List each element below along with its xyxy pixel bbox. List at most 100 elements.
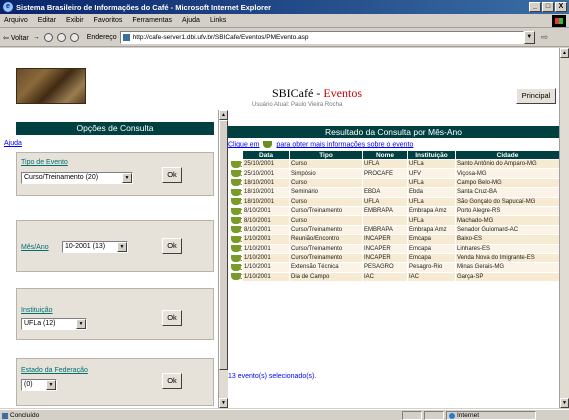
ok-button[interactable]: Ok [162,310,182,326]
coffee-cup-icon[interactable] [231,273,242,281]
coffee-cup-icon[interactable] [231,179,242,187]
scroll-thumb[interactable] [219,120,228,370]
address-dropdown-icon[interactable]: ▼ [523,31,535,44]
details-cell[interactable] [228,196,243,207]
status-text: Concluído [0,412,400,419]
table-row: 8/10/2001 Curso/Treinamento EMBRAPA Embrapa… [228,205,560,217]
principal-button[interactable]: Principal [516,88,556,104]
date-cell: 18/10/2001 [242,196,290,207]
right-frame-scrollbar[interactable]: ▲ ▼ [559,48,569,408]
column-header[interactable]: Data [242,150,290,160]
refresh-icon[interactable] [56,33,66,42]
menu-editar[interactable]: Editar [38,17,56,24]
details-cell[interactable] [228,205,243,217]
window-title: Sistema Brasileiro de Informações do Caf… [16,2,272,12]
city-cell: Baixo-ES [455,234,560,245]
column-header[interactable]: Nome [362,150,408,160]
chevron-down-icon: ▼ [46,380,56,390]
details-cell[interactable] [228,158,243,170]
coffee-cup-icon[interactable] [231,160,242,168]
ok-button[interactable]: Ok [162,373,182,389]
column-header[interactable]: Tipo [289,150,363,160]
menu-arquivo[interactable]: Arquivo [4,17,28,24]
coffee-cup-icon[interactable] [231,217,242,224]
address-toolbar: ⇦ Voltar → Endereço http://cafe-server1.… [0,29,569,47]
menu-ajuda[interactable]: Ajuda [182,17,200,24]
coffee-cup-icon[interactable] [231,263,242,271]
name-cell: UFLA [362,196,408,207]
name-cell: IAC [362,271,408,283]
details-cell[interactable] [228,243,243,254]
filter-institution: Instituição UFLa (12) ▼ Ok [16,288,214,340]
maximize-button[interactable]: □ [542,2,554,12]
window-title-bar: e Sistema Brasileiro de Informações do C… [0,0,569,14]
menu-ferramentas[interactable]: Ferramentas [132,17,172,24]
details-cell[interactable] [228,187,243,198]
details-cell[interactable] [228,168,243,179]
details-cell[interactable] [228,271,243,283]
table-row: 1/10/2001 Reunião/Encontro INCAPER Emcapa Ba… [228,234,560,245]
minimize-button[interactable]: _ [529,2,541,12]
name-cell: INCAPER [362,252,408,264]
home-icon[interactable] [69,33,79,42]
type-cell: Curso [289,196,363,207]
coffee-cup-icon[interactable] [231,198,242,206]
date-cell: 18/10/2001 [242,177,290,189]
menu-bar: Arquivo Editar Exibir Favoritos Ferramen… [0,14,569,28]
go-icon[interactable]: ⇨ [541,32,549,43]
city-cell: Minas Gerais-MG [455,262,560,273]
coffee-cup-icon[interactable] [231,170,242,178]
close-button[interactable]: X [555,2,567,12]
institution-cell: UFLa [407,196,456,207]
state-select[interactable]: (0) ▼ [21,379,57,391]
stop-icon[interactable] [43,33,53,42]
scroll-down-icon[interactable]: ▼ [219,398,228,408]
menu-favoritos[interactable]: Favoritos [94,17,123,24]
institution-cell: Pesagro-Rio [407,262,456,273]
page-title: SBICafé - Eventos [272,86,362,101]
type-cell: Extensão Técnica [289,262,363,273]
details-cell[interactable] [228,215,243,226]
left-frame-scrollbar[interactable]: ▲ ▼ [218,110,228,408]
type-cell: Curso [289,158,363,170]
scroll-down-icon[interactable]: ▼ [560,398,569,408]
filter-label[interactable]: Mês/Ano [21,244,49,251]
address-input[interactable]: http://cafe-server1.dbi.ufv.br/SBICafe/E… [119,31,524,44]
internet-zone: Internet [446,410,536,420]
date-cell: 1/10/2001 [242,262,290,273]
column-header[interactable]: Cidade [455,150,560,160]
windows-logo-icon [552,15,566,27]
event-type-select[interactable]: Curso/Treinamento (20) ▼ [21,172,133,184]
coffee-cup-icon[interactable] [231,245,242,253]
details-cell[interactable] [228,252,243,264]
coffee-cup-icon[interactable] [231,226,242,234]
coffee-cup-icon[interactable] [231,254,242,262]
menu-exibir[interactable]: Exibir [66,17,84,24]
date-cell: 25/10/2001 [242,158,290,170]
details-cell[interactable] [228,177,243,189]
back-button[interactable]: ⇦ Voltar [3,34,29,42]
scroll-up-icon[interactable]: ▲ [560,48,569,58]
forward-icon[interactable]: → [33,34,40,41]
details-cell[interactable] [228,262,243,273]
ok-button[interactable]: Ok [162,167,182,183]
column-header[interactable]: Instituição [407,150,456,160]
filter-label[interactable]: Tipo de Evento [21,159,68,166]
details-cell[interactable] [228,234,243,245]
ok-button[interactable]: Ok [162,238,182,254]
institution-cell: Emcapa [407,234,456,245]
help-link[interactable]: Ajuda [4,140,22,147]
filter-label[interactable]: Estado da Federação [21,367,88,374]
menu-links[interactable]: Links [210,17,226,24]
coffee-cup-icon[interactable] [231,188,242,196]
details-cell[interactable] [228,224,243,236]
scroll-up-icon[interactable]: ▲ [219,110,228,120]
status-segment [424,410,444,420]
filter-label[interactable]: Instituição [21,307,53,314]
coffee-cup-icon[interactable] [231,207,242,215]
icon-column-header [228,150,243,160]
month-year-select[interactable]: 10-2001 (13) ▼ [62,241,128,253]
institution-select[interactable]: UFLa (12) ▼ [21,318,87,330]
results-title: Resultado da Consulta por Mês-Ano [228,126,559,138]
coffee-cup-icon[interactable] [231,235,242,243]
